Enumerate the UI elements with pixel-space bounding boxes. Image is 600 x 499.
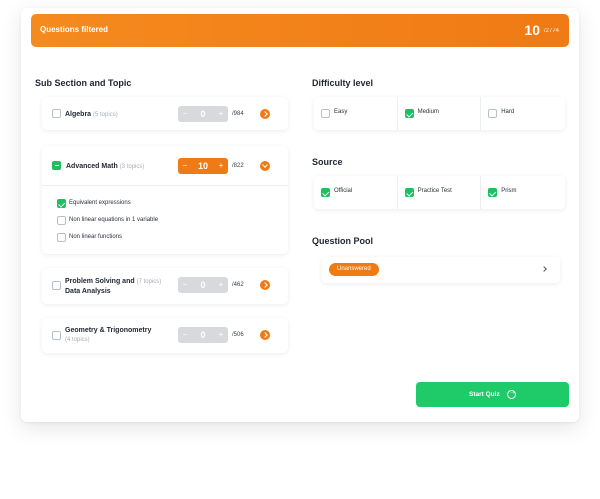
increment-button[interactable]: + (217, 161, 225, 170)
increment-button[interactable]: + (217, 280, 225, 289)
topic-problem-solving: Problem Solving and (7 topics) Data Analy… (42, 268, 288, 304)
difficulty-hard-checkbox[interactable] (488, 109, 498, 118)
difficulty-medium-label: Medium (417, 109, 439, 115)
topic-problem-solving-name: Problem Solving and (7 topics) Data Analy… (65, 278, 162, 295)
subtopic-nonlinear-equations-label: Non linear equations in 1 variable (69, 217, 159, 223)
subtopic-equivalent-expressions-label: Equivalent expressions (69, 200, 131, 206)
topic-problem-solving-stepper[interactable]: − 0 + (178, 277, 228, 293)
topic-advanced-math-name: Advanced Math (3 topics) (66, 163, 145, 170)
increment-button[interactable]: + (217, 109, 225, 118)
increment-button[interactable]: + (217, 330, 225, 339)
difficulty-hard-label: Hard (501, 109, 515, 115)
chevron-right-icon[interactable] (260, 330, 270, 340)
topic-algebra-checkbox[interactable] (52, 109, 61, 118)
source-official[interactable]: Official (314, 176, 398, 209)
filtered-count: 10 (524, 22, 540, 38)
subtopic-equivalent-expressions-checkbox[interactable] (57, 199, 66, 208)
topic-problem-solving-count: (7 topics) (136, 279, 162, 285)
topic-problem-solving-checkbox[interactable] (52, 281, 61, 290)
difficulty-easy-checkbox[interactable] (321, 109, 330, 118)
subtopic-nonlinear-equations-checkbox[interactable] (57, 216, 66, 225)
source-prism[interactable]: Prism (481, 176, 565, 209)
topic-advanced-math-checkbox[interactable] (52, 161, 61, 170)
topic-advanced-math-count: (3 topics) (119, 164, 145, 170)
difficulty-medium[interactable]: Medium (398, 97, 482, 130)
source-practice-test-checkbox[interactable] (404, 188, 414, 197)
question-pool-title: Question Pool (312, 236, 374, 246)
topic-geometry-stepper[interactable]: − 0 + (178, 327, 228, 343)
source-selector: Official Practice Test Prism (314, 176, 565, 209)
topic-geometry-max: /506 (232, 332, 244, 338)
difficulty-title: Difficulty level (312, 78, 374, 88)
source-title: Source (312, 157, 343, 167)
topic-advanced-math-max: /822 (232, 163, 244, 169)
topic-algebra-max: /984 (232, 111, 244, 117)
chevron-right-icon[interactable] (541, 266, 547, 272)
question-pool-selector[interactable]: Unanswered (322, 257, 560, 283)
chevron-right-icon[interactable] (260, 280, 270, 290)
topic-geometry-checkbox[interactable] (52, 331, 61, 340)
source-official-label: Official (334, 188, 353, 194)
topic-algebra-name: Algebra (5 topics) (65, 111, 118, 118)
subtopic-nonlinear-functions-label: Non linear functions (69, 234, 123, 240)
arrow-right-circle-icon (507, 389, 516, 399)
source-prism-checkbox[interactable] (488, 188, 498, 197)
source-official-checkbox[interactable] (321, 188, 330, 197)
start-quiz-button[interactable]: Start Quiz (416, 382, 569, 407)
topic-problem-solving-max: /462 (232, 282, 244, 288)
topic-geometry-name: Geometry & Trigonometry (65, 327, 152, 334)
banner-title: Questions filtered (40, 25, 109, 34)
total-count: /2774 (543, 28, 559, 34)
source-practice-test[interactable]: Practice Test (398, 176, 482, 209)
topic-advanced-math-stepper[interactable]: − 10 + (178, 158, 228, 174)
difficulty-medium-checkbox[interactable] (404, 109, 414, 118)
pool-selected-pill[interactable]: Unanswered (329, 263, 379, 276)
topic-algebra-count: (5 topics) (93, 112, 118, 118)
questions-filtered-banner: Questions filtered 10 /2774 (31, 14, 569, 47)
subsection-topic-title: Sub Section and Topic (35, 78, 132, 88)
divider (42, 185, 288, 186)
topic-geometry: Geometry & Trigonometry (4 topics) − 0 +… (42, 318, 288, 353)
topic-algebra-stepper[interactable]: − 0 + (178, 106, 228, 122)
topic-geometry-count: (4 topics) (65, 337, 90, 343)
subtopic-nonlinear-functions-checkbox[interactable] (57, 233, 66, 242)
source-prism-label: Prism (501, 188, 517, 194)
start-quiz-label: Start Quiz (469, 391, 500, 398)
chevron-right-icon[interactable] (260, 109, 270, 119)
chevron-down-icon[interactable] (260, 161, 270, 171)
topic-algebra: Algebra (5 topics) − 0 + /984 (42, 97, 288, 130)
source-practice-test-label: Practice Test (417, 188, 452, 194)
difficulty-easy[interactable]: Easy (314, 97, 398, 130)
difficulty-hard[interactable]: Hard (481, 97, 565, 130)
difficulty-easy-label: Easy (334, 109, 348, 115)
difficulty-selector: Easy Medium Hard (314, 97, 565, 130)
